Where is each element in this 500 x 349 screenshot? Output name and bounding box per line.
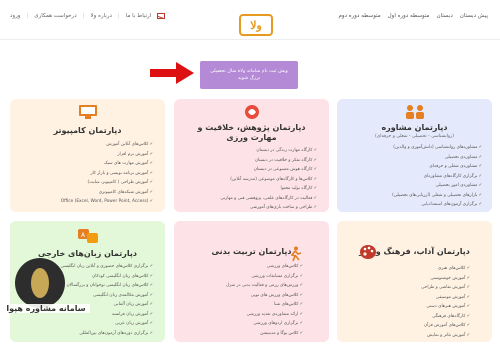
list-item[interactable]: آموزش تئاتر و نمایش xyxy=(421,330,470,340)
mail-icon[interactable] xyxy=(157,13,166,19)
list-item[interactable]: کارگاه هوش مصنوعی در دبستان xyxy=(220,164,317,174)
list-item[interactable]: فعالیت در کارگاه‌های علمی، پژوهشی فنی و … xyxy=(220,193,317,203)
palette-icon xyxy=(357,243,379,261)
nav-link-preschool[interactable]: پیش دبستان xyxy=(460,13,488,19)
nav-link-contact[interactable]: ارتباط با ما xyxy=(126,13,151,19)
department-card-research[interactable]: دپارتمان پژوهش، خلاقیت و مهارت ورزی کارگ… xyxy=(174,99,329,212)
list-item[interactable]: مشاوره‌ی شغلی و حرفه‌ای xyxy=(392,161,482,171)
card-list: کلاس‌های آنلاین آموزش آموزش نرم افزار آم… xyxy=(61,139,153,206)
site-logo[interactable]: ولا xyxy=(239,14,273,36)
list-item[interactable]: کارگاه مهارت زندگی در دبستان xyxy=(220,145,317,155)
nav-link-elementary[interactable]: دبستان xyxy=(437,13,453,19)
list-item[interactable]: آموزش مهارت های سبک xyxy=(61,158,153,168)
department-card-computer[interactable]: دپارتمان کامپیوتر کلاس‌های آنلاین آموزش … xyxy=(10,99,165,212)
list-item[interactable]: برگزاری اردوهای ورزشی xyxy=(226,318,303,328)
list-item[interactable]: Office (Excel, Word, Power Point, Access… xyxy=(61,196,153,206)
arrow-icon xyxy=(150,62,194,84)
list-item[interactable]: کلاس‌ها و کارگاه‌های موضوعی (مدرسه آنلای… xyxy=(220,174,317,184)
list-item[interactable]: کلاس‌های ورزش های توپی xyxy=(226,290,303,300)
card-list: مشاوره‌های روانشناسی (دانش‌آموزی و والدی… xyxy=(392,142,482,209)
people-talking-icon xyxy=(404,103,426,121)
list-item[interactable]: کلاس‌های آنلاین آموزش xyxy=(61,139,153,149)
language-icon: A xyxy=(77,227,99,245)
list-item[interactable]: آموزش خوشنویسی xyxy=(421,273,470,283)
list-item[interactable]: آموزش برنامه نویسی و بازار کار xyxy=(61,168,153,178)
list-item[interactable]: برگزاری مسابقات ورزشی xyxy=(226,271,303,281)
nav-left: ورود | درخواست همکاری | درباره ولا | ارت… xyxy=(10,13,166,19)
department-card-counseling[interactable]: دپارتمان مشاوره (روانشناسی - تحصیلی - شغ… xyxy=(337,99,492,212)
list-item[interactable]: کلاس‌های شنا xyxy=(226,299,303,309)
list-item[interactable]: کلاس‌های ورزشی xyxy=(226,261,303,271)
list-item[interactable]: مشاوره‌ی امور تحصیلی xyxy=(392,180,482,190)
promo-line-2: بزرگ شوید xyxy=(237,76,261,81)
card-list: کارگاه مهارت زندگی در دبستان کارگاه تفکر… xyxy=(220,145,317,212)
list-item[interactable]: مشاوره‌های روانشناسی (دانش‌آموزی و والدی… xyxy=(392,142,482,152)
separator: | xyxy=(117,13,120,19)
list-item[interactable]: برگزاری کارگاه‌های مشاوره‌ای xyxy=(392,171,482,181)
computer-icon xyxy=(77,103,99,121)
promo-line-1: ویش ثبت نام سامانه ولا‌ه سال تحصیلی xyxy=(210,69,288,74)
badge-text: سامانه مشاوره هپوا xyxy=(2,304,90,313)
nav-link-cooperation[interactable]: درخواست همکاری xyxy=(34,13,76,19)
card-subtitle: (روانشناسی - تحصیلی - شغلی و حرفه‌ای) xyxy=(374,134,455,139)
watermark-badge: سامانه مشاوره هپوا xyxy=(2,258,90,344)
list-item[interactable]: بازارهای تحصیلی و شغلی (ارزیابی‌های تحصی… xyxy=(392,190,482,200)
separator: | xyxy=(26,13,29,19)
card-title: دپارتمان کامپیوتر xyxy=(53,126,122,135)
list-item[interactable]: آموزش موسیقی xyxy=(421,292,470,302)
top-bar: ورود | درخواست همکاری | درباره ولا | ارت… xyxy=(0,0,500,40)
separator: | xyxy=(82,13,85,19)
list-item[interactable]: آموزش هنرهای دستی xyxy=(421,301,470,311)
card-title: دپارتمان پژوهش، خلاقیت و مهارت ورزی xyxy=(197,123,306,142)
card-list: کلاس‌های ورزشی برگزاری مسابقات ورزشی ورز… xyxy=(226,261,303,337)
brain-icon xyxy=(241,103,263,121)
list-item[interactable]: کارگاه تولید محتوا xyxy=(220,183,317,193)
list-item[interactable]: مشاوره‌ی تحصیلی xyxy=(392,152,482,162)
list-item[interactable]: کلاس یوگا و مدیتیشن xyxy=(226,328,303,338)
list-item[interactable]: ارائه مشاوره‌ی تغذیه ورزشی xyxy=(226,309,303,319)
list-item[interactable]: آموزش نقاشی و طراحی xyxy=(421,282,470,292)
list-item[interactable]: آموزش نرم افزار xyxy=(61,149,153,159)
list-item[interactable]: کارگاه تفکر و خلاقیت در دبستان xyxy=(220,155,317,165)
promo-button[interactable]: ویش ثبت نام سامانه ولا‌ه سال تحصیلی بزرگ… xyxy=(200,61,298,89)
list-item[interactable]: کلاس‌های آموزش قرآن xyxy=(421,320,470,330)
department-card-physical-education[interactable]: دپارتمان تربیت بدنی کلاس‌های ورزشی برگزا… xyxy=(174,221,329,342)
nav-link-login[interactable]: ورود xyxy=(10,13,20,19)
list-item[interactable]: کارگاه‌های فرهنگی xyxy=(421,311,470,321)
logo-text: ولا xyxy=(250,18,262,32)
list-item[interactable]: آموزش طراحی ( کامپیوتر، سایت) xyxy=(61,177,153,187)
list-item[interactable]: برگزاری آزمون‌های استعدادیابی xyxy=(392,199,482,209)
list-item[interactable]: آموزش شبکه‌های کامپیوتری xyxy=(61,187,153,197)
nav-right: پیش دبستان دبستان متوسطه دوره اول متوسطه… xyxy=(339,13,489,19)
department-card-culture-art[interactable]: دپارتمان آداب، فرهنگ و هنر کلاس‌های هنری… xyxy=(337,221,492,342)
card-list: کلاس‌های هنری آموزش خوشنویسی آموزش نقاشی… xyxy=(421,263,470,339)
leaf-icon xyxy=(31,268,49,298)
list-item[interactable]: کلاس‌های هنری xyxy=(421,263,470,273)
nav-link-middle-1[interactable]: متوسطه دوره اول xyxy=(388,13,430,19)
list-item[interactable]: طراحی و ساخت بازی‌های آموزشی xyxy=(220,202,317,212)
nav-link-middle-2[interactable]: متوسطه دوره دوم xyxy=(339,13,381,19)
nav-link-about[interactable]: درباره ولا xyxy=(91,13,112,19)
card-title: دپارتمان مشاوره xyxy=(381,123,448,132)
list-item[interactable]: ورزش‌های رزمی و فعالیت بدنی در منزل xyxy=(226,280,303,290)
